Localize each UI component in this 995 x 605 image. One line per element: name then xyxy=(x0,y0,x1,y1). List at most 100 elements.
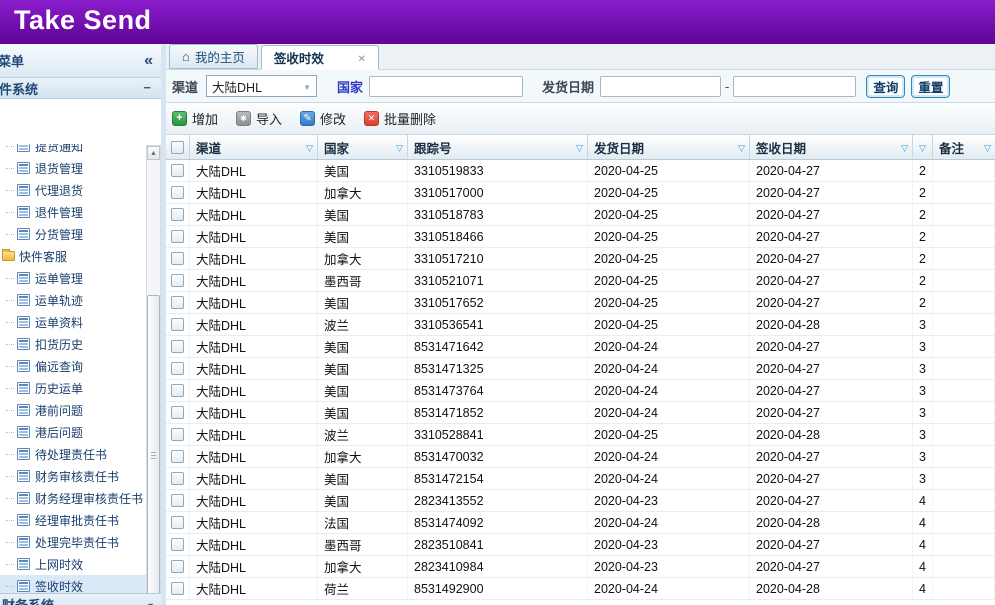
column-header-sign-date[interactable]: 签收日期 xyxy=(750,135,913,159)
toolbar-button-批量删除[interactable]: 批量删除 xyxy=(364,109,436,128)
sidebar-item-偏远查询[interactable]: 偏远查询 xyxy=(0,355,146,377)
row-checkbox[interactable] xyxy=(171,186,184,199)
table-row[interactable]: 大陆DHL美国33105187832020-04-252020-04-272 xyxy=(166,204,995,226)
filter-icon[interactable] xyxy=(396,140,403,154)
filter-icon[interactable] xyxy=(576,140,583,154)
sidebar-item-提货通知[interactable]: 提货通知 xyxy=(0,144,146,157)
tab-home[interactable]: 我的主页 xyxy=(169,44,258,69)
sidebar-bottom-section[interactable]: 财务系统 xyxy=(0,593,161,605)
reset-button[interactable]: 重置 xyxy=(911,75,950,98)
table-row[interactable]: 大陆DHL墨西哥28235108412020-04-232020-04-274 xyxy=(166,534,995,556)
cell-channel: 大陆DHL xyxy=(190,292,318,313)
row-checkbox[interactable] xyxy=(171,472,184,485)
row-checkbox[interactable] xyxy=(171,428,184,441)
column-header-country[interactable]: 国家 xyxy=(318,135,408,159)
toolbar-button-增加[interactable]: 增加 xyxy=(172,109,218,128)
row-checkbox[interactable] xyxy=(171,252,184,265)
sidebar-item-港后问题[interactable]: 港后问题 xyxy=(0,421,146,443)
search-button[interactable]: 查询 xyxy=(866,75,905,98)
sidebar-item-财务审核责任书[interactable]: 财务审核责任书 xyxy=(0,465,146,487)
sidebar-item-退货管理[interactable]: 退货管理 xyxy=(0,157,146,179)
toolbar-button-修改[interactable]: 修改 xyxy=(300,109,346,128)
row-checkbox[interactable] xyxy=(171,296,184,309)
table-row[interactable]: 大陆DHL美国85314716422020-04-242020-04-273 xyxy=(166,336,995,358)
table-row[interactable]: 大陆DHL加拿大85314700322020-04-242020-04-273 xyxy=(166,446,995,468)
row-checkbox[interactable] xyxy=(171,560,184,573)
table-row[interactable]: 大陆DHL加拿大33105172102020-04-252020-04-272 xyxy=(166,248,995,270)
column-header-ship-date[interactable]: 发货日期 xyxy=(588,135,750,159)
table-row[interactable]: 大陆DHL美国33105198332020-04-252020-04-272 xyxy=(166,160,995,182)
scroll-up-icon[interactable]: ▲ xyxy=(147,146,160,160)
table-row[interactable]: 大陆DHL美国85314737642020-04-242020-04-273 xyxy=(166,380,995,402)
table-row[interactable]: 大陆DHL波兰33105365412020-04-252020-04-283 xyxy=(166,314,995,336)
filter-icon[interactable] xyxy=(738,140,745,154)
toolbar-button-导入[interactable]: 导入 xyxy=(236,109,282,128)
row-checkbox[interactable] xyxy=(171,582,184,595)
select-all-checkbox[interactable] xyxy=(171,141,184,154)
row-checkbox[interactable] xyxy=(171,318,184,331)
table-row[interactable]: 大陆DHL墨西哥33105210712020-04-252020-04-272 xyxy=(166,270,995,292)
sidebar-item-待处理责任书[interactable]: 待处理责任书 xyxy=(0,443,146,465)
column-header-channel[interactable]: 渠道 xyxy=(190,135,318,159)
channel-select[interactable]: 大陆DHL xyxy=(206,75,317,97)
table-row[interactable]: 大陆DHL法国85314740922020-04-242020-04-284 xyxy=(166,512,995,534)
sidebar-item-运单管理[interactable]: 运单管理 xyxy=(0,267,146,289)
sidebar-item-经理审批责任书[interactable]: 经理审批责任书 xyxy=(0,509,146,531)
table-row[interactable]: 大陆DHL美国28234135522020-04-232020-04-274 xyxy=(166,490,995,512)
table-row[interactable]: 大陆DHL加拿大33105170002020-04-252020-04-272 xyxy=(166,182,995,204)
table-row[interactable]: 大陆DHL美国33105176522020-04-252020-04-272 xyxy=(166,292,995,314)
column-header-days[interactable] xyxy=(913,135,933,159)
tab-sign-timeliness[interactable]: 签收时效 xyxy=(261,45,379,70)
grid-icon xyxy=(17,580,30,592)
tree-line xyxy=(6,322,14,323)
scrollbar-thumb[interactable] xyxy=(147,295,160,605)
sidebar-group-快件客服[interactable]: 快件客服 xyxy=(0,245,146,267)
table-row[interactable]: 大陆DHL美国85314718522020-04-242020-04-273 xyxy=(166,402,995,424)
row-checkbox[interactable] xyxy=(171,494,184,507)
filter-icon[interactable] xyxy=(919,140,926,154)
close-tab-icon[interactable] xyxy=(357,51,365,65)
ship-date-to-input[interactable] xyxy=(733,76,856,97)
row-checkbox[interactable] xyxy=(171,230,184,243)
sidebar-item-上网时效[interactable]: 上网时效 xyxy=(0,553,146,575)
row-checkbox[interactable] xyxy=(171,538,184,551)
row-checkbox[interactable] xyxy=(171,164,184,177)
table-row[interactable]: 大陆DHL美国85314713252020-04-242020-04-273 xyxy=(166,358,995,380)
sidebar-item-代理退货[interactable]: 代理退货 xyxy=(0,179,146,201)
row-checkbox[interactable] xyxy=(171,274,184,287)
cell-sign-date: 2020-04-27 xyxy=(750,446,913,467)
sidebar-item-退件管理[interactable]: 退件管理 xyxy=(0,201,146,223)
sidebar-item-分货管理[interactable]: 分货管理 xyxy=(0,223,146,245)
country-input[interactable] xyxy=(369,76,523,97)
sidebar-item-港前问题[interactable]: 港前问题 xyxy=(0,399,146,421)
table-row[interactable]: 大陆DHL美国33105184662020-04-252020-04-272 xyxy=(166,226,995,248)
sidebar-item-财务经理审核责任书[interactable]: 财务经理审核责任书 xyxy=(0,487,146,509)
sidebar-item-历史运单[interactable]: 历史运单 xyxy=(0,377,146,399)
filter-icon[interactable] xyxy=(901,140,908,154)
table-row[interactable]: 大陆DHL波兰33105288412020-04-252020-04-283 xyxy=(166,424,995,446)
filter-icon[interactable] xyxy=(984,140,991,154)
cell-sign-date: 2020-04-27 xyxy=(750,358,913,379)
sidebar-item-处理完毕责任书[interactable]: 处理完毕责任书 xyxy=(0,531,146,553)
filter-icon[interactable] xyxy=(306,140,313,154)
row-checkbox[interactable] xyxy=(171,384,184,397)
column-header-remark[interactable]: 备注 xyxy=(933,135,995,159)
row-checkbox[interactable] xyxy=(171,406,184,419)
ship-date-from-input[interactable] xyxy=(600,76,721,97)
table-row[interactable]: 大陆DHL美国85314721542020-04-242020-04-273 xyxy=(166,468,995,490)
table-row[interactable]: 大陆DHL荷兰85314929002020-04-242020-04-284 xyxy=(166,578,995,600)
sidebar-section-header[interactable]: 件系统 xyxy=(0,78,161,99)
sidebar-item-运单资料[interactable]: 运单资料 xyxy=(0,311,146,333)
row-checkbox[interactable] xyxy=(171,362,184,375)
row-checkbox[interactable] xyxy=(171,450,184,463)
collapse-sidebar-icon[interactable] xyxy=(144,52,153,70)
row-checkbox[interactable] xyxy=(171,208,184,221)
table-row[interactable]: 大陆DHL加拿大28234109842020-04-232020-04-274 xyxy=(166,556,995,578)
sidebar-item-扣货历史[interactable]: 扣货历史 xyxy=(0,333,146,355)
column-header-tracking[interactable]: 跟踪号 xyxy=(408,135,588,159)
collapse-section-icon[interactable] xyxy=(143,79,151,97)
row-checkbox[interactable] xyxy=(171,516,184,529)
sidebar-item-运单轨迹[interactable]: 运单轨迹 xyxy=(0,289,146,311)
sidebar-scrollbar[interactable]: ▲ ▼ xyxy=(146,145,161,605)
row-checkbox[interactable] xyxy=(171,340,184,353)
